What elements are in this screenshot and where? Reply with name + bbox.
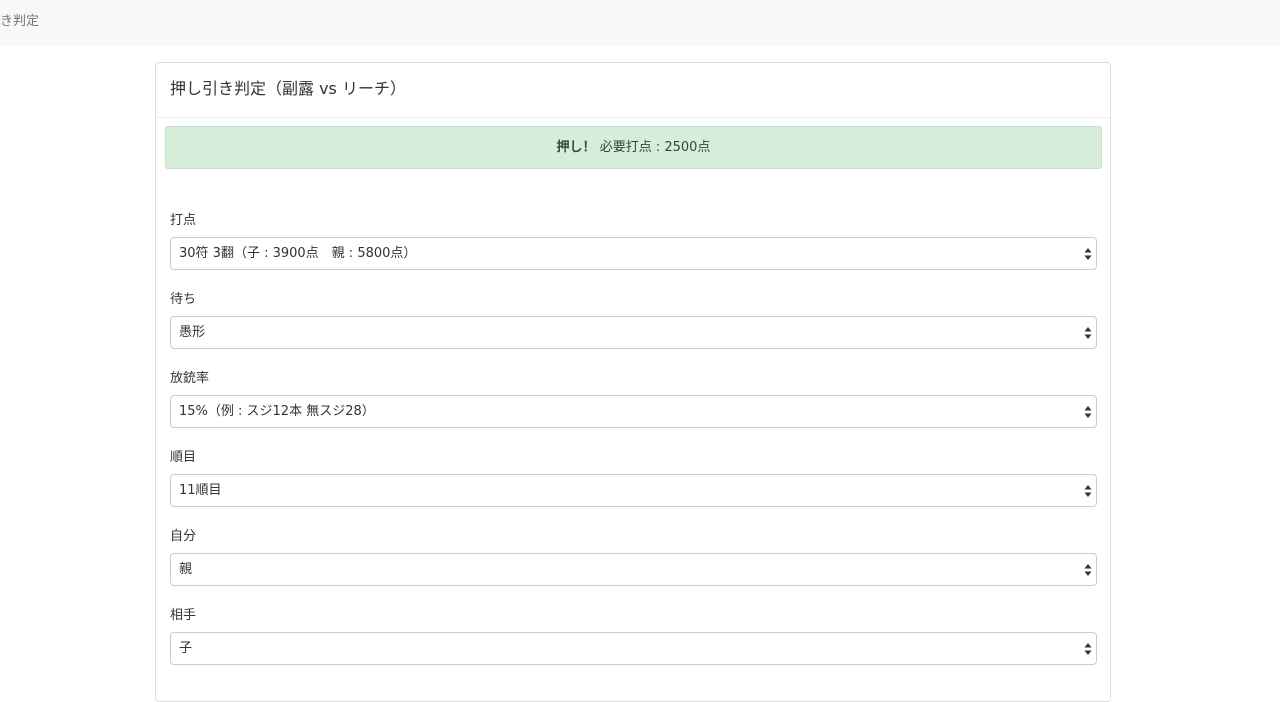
score-label: 打点 — [170, 213, 197, 228]
self-select[interactable]: 親 — [170, 553, 1097, 586]
opponent-select-value: 子 — [179, 641, 193, 656]
score-select[interactable]: 30符 3翻（子 : 3900点 親 : 5800点） — [170, 237, 1097, 270]
form-group-wait: 待ち 愚形 — [170, 291, 1097, 349]
form-group-self: 自分 親 — [170, 528, 1097, 586]
navbar-brand[interactable]: き判定 — [0, 13, 39, 31]
result-detail: 必要打点 : 2500点 — [595, 140, 711, 155]
deal-in-rate-select[interactable]: 15%（例 : スジ12本 無スジ28） — [170, 395, 1097, 428]
wait-label: 待ち — [170, 292, 197, 307]
result-verdict: 押し！ — [556, 140, 596, 155]
turn-label: 順目 — [170, 450, 197, 465]
up-down-caret-icon — [1084, 563, 1092, 577]
form-group-turn: 順目 11順目 — [170, 449, 1097, 507]
result-alert: 押し！ 必要打点 : 2500点 — [165, 126, 1102, 169]
up-down-caret-icon — [1084, 642, 1092, 656]
form-group-score: 打点 30符 3翻（子 : 3900点 親 : 5800点） — [170, 212, 1097, 270]
turn-select-value: 11順目 — [179, 483, 222, 498]
deal-in-rate-select-value: 15%（例 : スジ12本 無スジ28） — [179, 404, 375, 419]
up-down-caret-icon — [1084, 405, 1092, 419]
up-down-caret-icon — [1084, 326, 1092, 340]
panel-heading: 押し引き判定（副露 vs リーチ） — [156, 63, 1110, 118]
opponent-select[interactable]: 子 — [170, 632, 1097, 665]
opponent-label: 相手 — [170, 608, 197, 623]
panel-title: 押し引き判定（副露 vs リーチ） — [170, 79, 406, 98]
deal-in-rate-label: 放銃率 — [170, 371, 210, 386]
self-label: 自分 — [170, 529, 197, 544]
up-down-caret-icon — [1084, 484, 1092, 498]
up-down-caret-icon — [1084, 247, 1092, 261]
form-group-opponent: 相手 子 — [170, 607, 1097, 665]
wait-select-value: 愚形 — [179, 325, 206, 340]
form-group-deal-in-rate: 放銃率 15%（例 : スジ12本 無スジ28） — [170, 370, 1097, 428]
navbar: き判定 — [0, 0, 1280, 46]
wait-select[interactable]: 愚形 — [170, 316, 1097, 349]
calculator-panel: 押し引き判定（副露 vs リーチ） 押し！ 必要打点 : 2500点 打点 30… — [155, 62, 1111, 702]
turn-select[interactable]: 11順目 — [170, 474, 1097, 507]
self-select-value: 親 — [179, 562, 193, 577]
score-select-value: 30符 3翻（子 : 3900点 親 : 5800点） — [179, 246, 417, 261]
